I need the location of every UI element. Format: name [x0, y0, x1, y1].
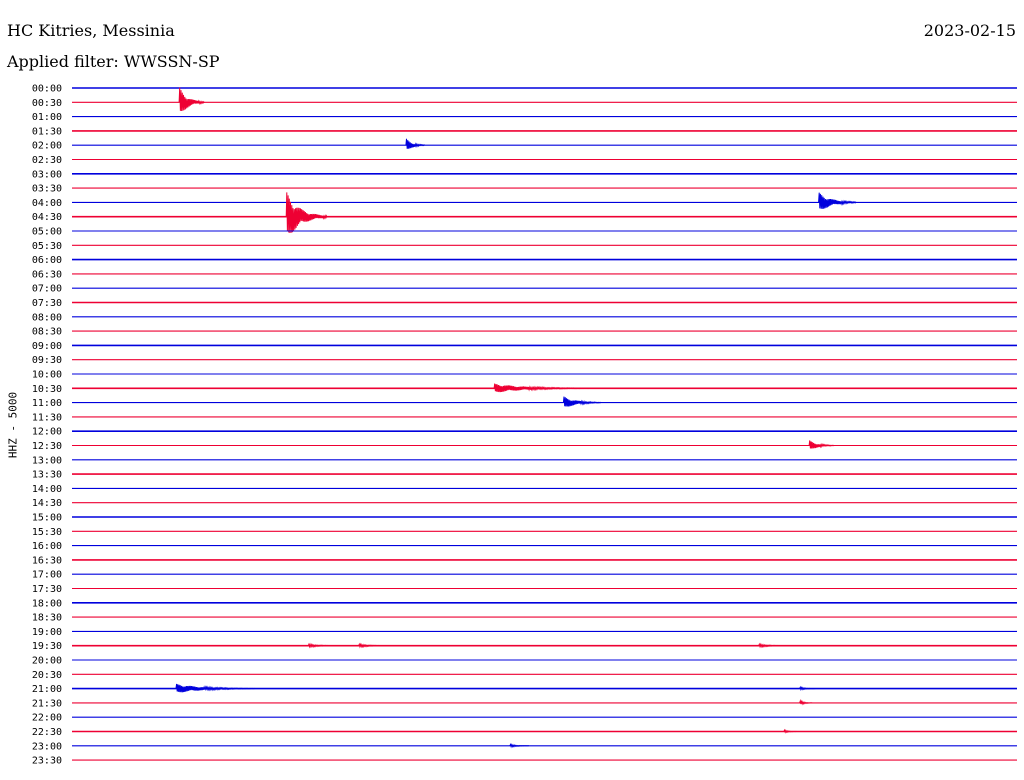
row-label: 20:30: [32, 670, 62, 681]
row-label: 10:00: [32, 370, 62, 381]
row-label: 02:30: [32, 155, 62, 166]
row-label: 03:30: [32, 184, 62, 195]
row-label: 06:30: [32, 269, 62, 280]
row-label: 09:00: [32, 341, 62, 352]
row-label: 21:30: [32, 698, 62, 709]
row-label: 07:30: [32, 298, 62, 309]
row-label: 00:30: [32, 98, 62, 109]
row-label: 04:30: [32, 212, 62, 223]
row-label: 14:30: [32, 498, 62, 509]
seismic-event: [493, 383, 589, 393]
row-label: 12:00: [32, 427, 62, 438]
seismic-event: [818, 192, 857, 209]
seismic-event: [175, 683, 255, 693]
seismic-event: [808, 440, 835, 449]
row-label: 05:00: [32, 227, 62, 238]
row-label: 12:30: [32, 441, 62, 452]
row-label: 14:00: [32, 484, 62, 495]
row-label: 01:00: [32, 112, 62, 123]
row-label: 23:30: [32, 756, 62, 767]
row-label: 04:00: [32, 198, 62, 209]
row-label: 11:30: [32, 412, 62, 423]
row-label: 19:00: [32, 627, 62, 638]
row-label: 07:00: [32, 284, 62, 295]
row-label: 03:00: [32, 169, 62, 180]
row-label: 01:30: [32, 126, 62, 137]
row-label: 18:30: [32, 613, 62, 624]
row-label: 19:30: [32, 641, 62, 652]
row-label: 00:00: [32, 84, 62, 95]
row-label: 23:00: [32, 741, 62, 752]
helicorder-plot: 00:00 00:30 01:00 01:30 02:00 02:30 03:00 03:30…: [32, 84, 1017, 767]
row-label: 08:30: [32, 327, 62, 338]
row-label: 15:00: [32, 513, 62, 524]
seismic-event: [783, 728, 797, 734]
seismic-event: [509, 742, 529, 749]
seismic-event: [405, 138, 426, 149]
row-label: 11:00: [32, 398, 62, 409]
row-label: 18:00: [32, 598, 62, 609]
row-label: 17:30: [32, 584, 62, 595]
seismic-event: [758, 642, 788, 649]
seismic-event: [285, 192, 328, 234]
seismic-event: [799, 685, 816, 692]
row-label: 09:30: [32, 355, 62, 366]
row-label: 16:00: [32, 541, 62, 552]
row-label: 16:30: [32, 555, 62, 566]
row-label: 02:00: [32, 141, 62, 152]
row-label: 20:00: [32, 656, 62, 667]
row-label: 13:00: [32, 455, 62, 466]
row-label: 15:30: [32, 527, 62, 538]
row-label: 22:30: [32, 727, 62, 738]
seismic-event: [562, 396, 602, 407]
seismic-event: [178, 87, 205, 112]
row-label: 10:30: [32, 384, 62, 395]
row-label: 22:00: [32, 713, 62, 724]
row-label: 21:00: [32, 684, 62, 695]
row-label: 06:00: [32, 255, 62, 266]
row-label: 08:00: [32, 312, 62, 323]
row-label: 13:30: [32, 470, 62, 481]
row-label: 17:00: [32, 570, 62, 581]
row-label: 05:30: [32, 241, 62, 252]
